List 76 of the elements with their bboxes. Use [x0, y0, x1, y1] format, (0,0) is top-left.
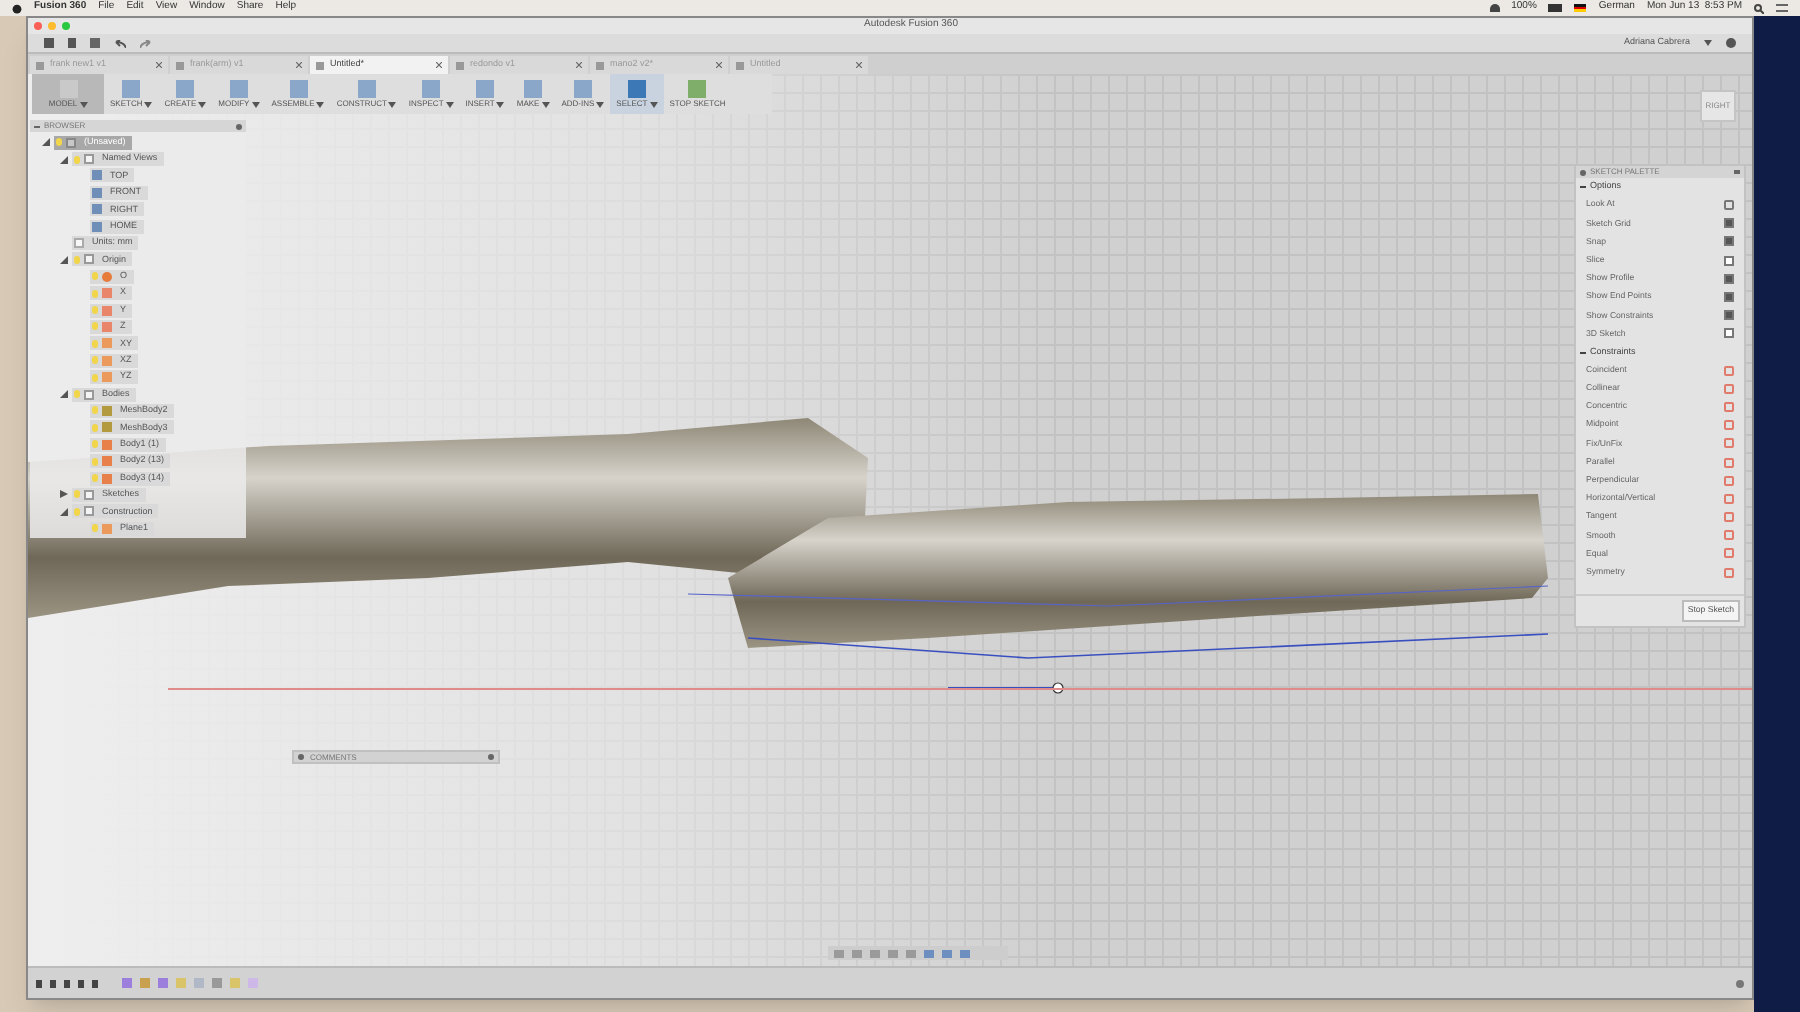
close-icon[interactable]: [436, 62, 442, 68]
close-icon: [34, 22, 42, 30]
caret-icon: [316, 101, 325, 107]
save-icon: [90, 38, 100, 48]
caret-icon: [79, 101, 88, 107]
search-icon[interactable]: [1754, 3, 1764, 13]
redo-icon[interactable]: [140, 39, 152, 47]
document-icon: [36, 61, 44, 69]
lightbulb-icon: [74, 390, 80, 399]
caret-icon: [541, 101, 550, 107]
list-icon: [1776, 4, 1788, 12]
close-icon[interactable]: [856, 62, 862, 68]
close-icon[interactable]: [716, 62, 722, 68]
settings-icon: [1580, 169, 1586, 175]
expanded-triangle-icon[interactable]: [60, 390, 68, 399]
close-icon[interactable]: [156, 62, 162, 68]
caret-icon: [388, 101, 397, 107]
undo-icon[interactable]: [114, 39, 126, 47]
expanded-triangle-icon[interactable]: [42, 138, 50, 147]
file-icon: [68, 38, 76, 48]
folder-icon: [84, 154, 94, 165]
document-icon: [596, 61, 604, 69]
tool-icon: [573, 80, 592, 98]
document-icon: [456, 61, 464, 69]
caret-icon: [496, 101, 505, 107]
flag-icon: [1574, 4, 1587, 12]
caret-icon: [596, 101, 605, 107]
caret-icon: [1704, 40, 1712, 46]
tool-icon: [176, 80, 195, 98]
settings-icon: [236, 123, 242, 129]
document-icon: [316, 61, 324, 69]
tool-icon: [422, 80, 441, 98]
collapse-icon[interactable]: [1580, 349, 1586, 355]
tool-icon: [122, 80, 141, 98]
checkbox[interactable]: [1724, 273, 1734, 284]
grid-menu-icon: [44, 38, 54, 48]
caret-icon: [445, 101, 454, 107]
caret-icon: [649, 101, 658, 107]
lightbulb-icon: [74, 155, 80, 164]
caret-icon: [198, 101, 207, 107]
caret-icon: [251, 101, 260, 107]
battery-icon: [1548, 4, 1563, 12]
settings-icon: [298, 754, 304, 760]
close-icon[interactable]: [296, 62, 302, 68]
expanded-triangle-icon[interactable]: [60, 507, 68, 516]
tool-icon: [524, 80, 543, 98]
settings-icon: [488, 754, 494, 760]
minimize-icon: [48, 22, 56, 30]
checkbox[interactable]: [1724, 218, 1734, 229]
checkbox[interactable]: [1724, 292, 1734, 303]
tool-icon: [627, 80, 646, 98]
checkbox[interactable]: [1724, 236, 1734, 247]
expanded-triangle-icon[interactable]: [60, 155, 68, 164]
folder-icon: [84, 389, 94, 400]
tool-icon: [289, 80, 308, 98]
checkbox[interactable]: [1724, 255, 1734, 266]
tool-icon: [357, 80, 376, 98]
help-icon[interactable]: [1726, 38, 1736, 48]
checkbox[interactable]: [1724, 328, 1734, 339]
folder-icon: [84, 254, 94, 265]
lightbulb-icon: [74, 255, 80, 264]
document-icon: [176, 61, 184, 69]
document-icon: [736, 61, 744, 69]
expanded-triangle-icon[interactable]: [60, 255, 68, 264]
settings-icon: [1736, 979, 1744, 987]
collapse-icon[interactable]: [1580, 184, 1586, 190]
zoom-icon: [62, 22, 70, 30]
close-icon[interactable]: [576, 62, 582, 68]
tool-icon: [229, 80, 248, 98]
tool-icon: [476, 80, 495, 98]
tool-icon: [688, 80, 707, 98]
collapsed-triangle-icon[interactable]: [60, 490, 68, 499]
lightbulb-icon: [56, 138, 62, 147]
caret-icon: [144, 101, 153, 107]
lightbulb-icon: [92, 524, 98, 533]
checkbox[interactable]: [1724, 310, 1734, 321]
